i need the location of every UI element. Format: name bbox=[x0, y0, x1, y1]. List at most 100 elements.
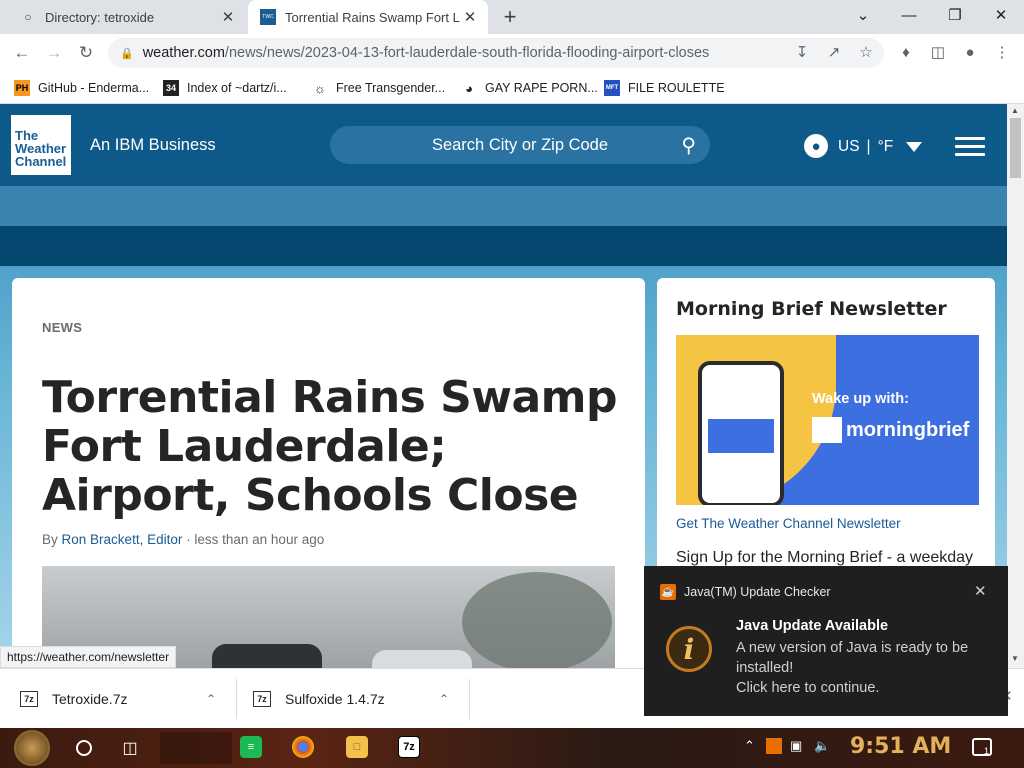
locale-selector[interactable]: US | °F bbox=[838, 138, 893, 156]
tab-title: Torrential Rains Swamp Fort Lau bbox=[285, 9, 460, 25]
author-link[interactable]: Ron Brackett, Editor bbox=[62, 532, 183, 547]
download-item[interactable]: 7z Sulfoxide 1.4.7z ⌃ bbox=[253, 669, 463, 729]
close-window-button[interactable]: ✕ bbox=[978, 0, 1024, 30]
cortana-icon[interactable] bbox=[70, 734, 98, 762]
ad-band bbox=[0, 226, 1007, 266]
bookmark-free[interactable]: ☼ Free Transgender... bbox=[312, 77, 445, 99]
article-time: less than an hour ago bbox=[194, 532, 325, 547]
tab-torrential-rains[interactable]: TWC Torrential Rains Swamp Fort Lau ✕ bbox=[248, 0, 488, 34]
hero-car bbox=[372, 650, 472, 668]
site-header: The Weather Channel An IBM Business Sear… bbox=[0, 104, 1007, 186]
minimize-button[interactable]: — bbox=[886, 0, 932, 30]
locale-unit: °F bbox=[877, 138, 894, 155]
search-placeholder: Search City or Zip Code bbox=[431, 135, 609, 154]
globe-icon[interactable]: ● bbox=[804, 134, 828, 158]
restore-button[interactable]: ❐ bbox=[932, 0, 978, 30]
tagline: An IBM Business bbox=[90, 136, 216, 154]
download-name: Sulfoxide 1.4.7z bbox=[285, 691, 385, 707]
weather-channel-favicon: TWC bbox=[260, 9, 276, 25]
taskbar-slot bbox=[160, 732, 232, 764]
browser-toolbar: ← → ↻ 🔒 weather.com/news/news/2023-04-13… bbox=[0, 34, 1024, 72]
new-tab-button[interactable]: + bbox=[498, 4, 522, 29]
hamburger-menu-icon[interactable] bbox=[955, 137, 985, 157]
taskbar: ◫ ≡ □ 7z ⌃ ▣ 🔈 9:51 AM 1 bbox=[0, 728, 1024, 768]
twc-logo[interactable]: The Weather Channel bbox=[11, 115, 71, 175]
bookmark-icon: PH bbox=[14, 80, 30, 96]
reload-button[interactable]: ↻ bbox=[72, 39, 100, 67]
chrome-icon[interactable] bbox=[292, 736, 314, 758]
install-icon[interactable]: ↧ bbox=[788, 38, 816, 66]
archive-file-icon: 7z bbox=[20, 691, 38, 707]
share-icon[interactable]: ↗ bbox=[820, 38, 848, 66]
twc-mini-logo bbox=[812, 417, 842, 443]
newsletter-promo-image[interactable]: Wake up with: morningbrief bbox=[676, 335, 979, 505]
file-explorer-icon[interactable]: □ bbox=[346, 736, 368, 758]
volume-muted-icon[interactable]: 🔈 bbox=[814, 738, 830, 754]
profile-avatar-icon[interactable]: ● bbox=[956, 38, 984, 66]
tab-search-icon[interactable]: ⌄ bbox=[840, 0, 886, 30]
extensions-icon[interactable]: ♦ bbox=[892, 38, 920, 66]
task-view-icon[interactable]: ◫ bbox=[116, 734, 144, 762]
article-kicker[interactable]: NEWS bbox=[42, 320, 82, 335]
bookmark-label: Free Transgender... bbox=[336, 81, 446, 95]
toast-body: A new version of Java is ready to be ins… bbox=[736, 638, 996, 698]
java-tray-icon[interactable] bbox=[766, 738, 782, 754]
clock[interactable]: 9:51 AM bbox=[850, 734, 951, 759]
archive-file-icon: 7z bbox=[253, 691, 271, 707]
chevron-down-icon[interactable] bbox=[906, 142, 922, 152]
newsletter-link[interactable]: Get The Weather Channel Newsletter bbox=[676, 516, 901, 531]
start-button[interactable] bbox=[14, 730, 50, 766]
scroll-down-icon[interactable]: ▼ bbox=[1011, 654, 1019, 663]
back-button[interactable]: ← bbox=[8, 39, 36, 67]
nav-band bbox=[0, 186, 1007, 226]
lock-icon[interactable]: 🔒 bbox=[120, 47, 134, 60]
search-icon[interactable]: ⚲ bbox=[681, 133, 696, 158]
toast-app-name: Java(TM) Update Checker bbox=[684, 585, 831, 599]
bookmarks-bar: PH GitHub - Enderma... 34 Index of ~dart… bbox=[0, 72, 1024, 104]
globe-icon: ☼ bbox=[314, 80, 326, 96]
tab-directory-tetroxide[interactable]: ○ Directory: tetroxide ✕ bbox=[8, 0, 246, 34]
byline-prefix: By bbox=[42, 532, 58, 547]
bookmark-label: GitHub - Enderma... bbox=[38, 81, 150, 95]
close-icon[interactable]: ✕ bbox=[974, 582, 987, 600]
article-card: NEWS Torrential Rains Swamp Fort Lauderd… bbox=[12, 278, 645, 668]
bookmark-gay[interactable]: ◕ GAY RAPE PORN... bbox=[461, 77, 598, 99]
chevron-up-icon[interactable]: ⌃ bbox=[439, 692, 449, 706]
page-icon: ○ bbox=[24, 10, 32, 24]
promo-brand: morningbrief bbox=[812, 417, 969, 443]
network-icon[interactable]: ▣ bbox=[790, 738, 802, 754]
7zip-icon[interactable]: 7z bbox=[398, 736, 420, 758]
side-panel-icon[interactable]: ◫ bbox=[924, 38, 952, 66]
forward-button[interactable]: → bbox=[40, 39, 68, 67]
download-name: Tetroxide.7z bbox=[52, 691, 128, 707]
chevron-up-icon[interactable]: ⌃ bbox=[206, 692, 216, 706]
tray-overflow-icon[interactable]: ⌃ bbox=[744, 738, 755, 754]
close-tab-icon[interactable]: ✕ bbox=[218, 7, 238, 27]
menu-kebab-icon[interactable]: ⋮ bbox=[988, 38, 1016, 66]
info-icon: i bbox=[666, 626, 712, 672]
bookmark-file-roulette[interactable]: MFT FILE ROULETTE bbox=[604, 77, 725, 99]
bookmark-index[interactable]: 34 Index of ~dartz/i... bbox=[163, 77, 287, 99]
java-update-notification[interactable]: ☕ Java(TM) Update Checker ✕ i Java Updat… bbox=[644, 566, 1008, 716]
bookmark-label: Index of ~dartz/i... bbox=[187, 81, 287, 95]
scrollbar-thumb[interactable] bbox=[1010, 118, 1021, 178]
page-scrollbar[interactable]: ▲ ▼ bbox=[1007, 104, 1024, 668]
search-input[interactable]: Search City or Zip Code ⚲ bbox=[330, 126, 710, 164]
logo-line: Channel bbox=[15, 154, 67, 169]
address-bar[interactable]: 🔒 weather.com/news/news/2023-04-13-fort-… bbox=[108, 38, 884, 68]
byline-separator: · bbox=[186, 532, 191, 547]
bookmark-icon: MFT bbox=[604, 80, 620, 96]
url-path: /news/news/2023-04-13-fort-lauderdale-so… bbox=[224, 45, 710, 61]
notification-badge: 1 bbox=[984, 746, 990, 756]
spotify-icon[interactable]: ≡ bbox=[240, 736, 262, 758]
close-tab-icon[interactable]: ✕ bbox=[460, 7, 480, 27]
divider bbox=[236, 679, 237, 719]
divider bbox=[469, 679, 470, 719]
scroll-up-icon[interactable]: ▲ bbox=[1011, 106, 1019, 115]
bookmark-icon: 34 bbox=[163, 80, 179, 96]
java-icon: ☕ bbox=[660, 584, 676, 600]
bookmark-star-icon[interactable]: ☆ bbox=[852, 38, 880, 66]
download-item[interactable]: 7z Tetroxide.7z ⌃ bbox=[20, 669, 230, 729]
locale-divider: | bbox=[866, 138, 871, 155]
bookmark-github[interactable]: PH GitHub - Enderma... bbox=[14, 77, 149, 99]
